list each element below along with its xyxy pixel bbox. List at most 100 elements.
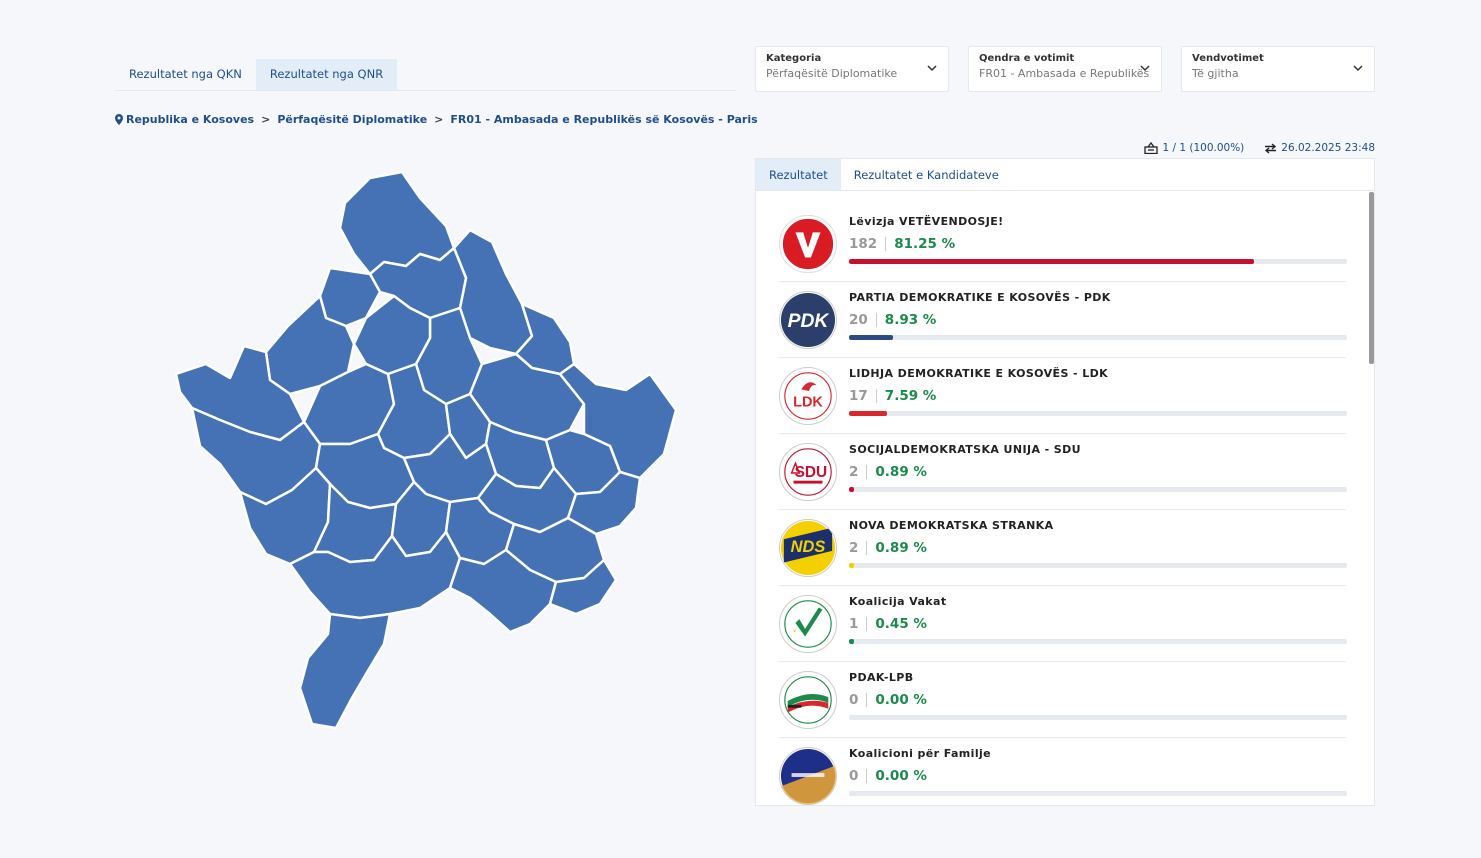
divider xyxy=(875,389,877,403)
party-result: 0 0.00 % xyxy=(849,692,927,708)
pdk-logo-text: PDK xyxy=(788,311,831,332)
party-row[interactable]: SDU SOCIJALDEMOKRATSKA UNIJA - SDU 2 0.8… xyxy=(779,434,1347,510)
refresh-arrows-icon xyxy=(1265,142,1277,154)
party-name: SOCIJALDEMOKRATSKA UNIJA - SDU xyxy=(849,443,1081,456)
party-name: Lëvizja VETËVENDOSJE! xyxy=(849,215,1004,228)
party-progress-bar xyxy=(849,791,1347,796)
party-percent: 0.45 % xyxy=(875,616,927,632)
party-progress-fill xyxy=(849,487,854,492)
breadcrumb-center: FR01 - Ambasada e Republikës së Kosovës … xyxy=(450,113,758,126)
polling-station-select[interactable]: Vendvotimet Të gjitha xyxy=(1181,46,1375,92)
party-row[interactable]: LDK LIDHJA DEMOKRATIKE E KOSOVËS - LDK 1… xyxy=(779,358,1347,434)
divider xyxy=(866,769,868,783)
results-scrollbar[interactable] xyxy=(1369,192,1374,364)
sdu-logo-icon: SDU xyxy=(779,443,837,501)
tab-results[interactable]: Rezultatet xyxy=(756,159,841,190)
category-select-label: Kategoria xyxy=(766,53,822,64)
party-result: 182 81.25 % xyxy=(849,236,955,252)
pdak-logo-icon xyxy=(779,671,837,729)
polling-station-select-label: Vendvotimet xyxy=(1192,53,1264,64)
tab-qkn-results[interactable]: Rezultatet nga QKN xyxy=(115,59,256,90)
party-progress-fill xyxy=(849,563,854,568)
source-tabs: Rezultatet nga QKN Rezultatet nga QNR xyxy=(115,59,736,91)
familje-logo-icon xyxy=(779,747,837,805)
divider xyxy=(875,313,877,327)
tab-qnr-results[interactable]: Rezultatet nga QNR xyxy=(255,59,398,90)
category-select-value: Përfaqësitë Diplomatike xyxy=(766,67,898,80)
category-select[interactable]: Kategoria Përfaqësitë Diplomatike xyxy=(755,46,949,92)
party-votes: 0 xyxy=(849,692,859,708)
party-result: 17 7.59 % xyxy=(849,388,936,404)
party-result: 2 0.89 % xyxy=(849,464,927,480)
party-row[interactable]: PDAK-LPB 0 0.00 % xyxy=(779,662,1347,738)
party-progress-bar xyxy=(849,715,1347,720)
divider xyxy=(885,237,887,251)
party-progress-fill xyxy=(849,411,887,416)
location-pin-icon xyxy=(115,114,123,125)
party-name: LIDHJA DEMOKRATIKE E KOSOVËS - LDK xyxy=(849,367,1109,380)
breadcrumb-separator: > xyxy=(261,113,271,126)
party-progress-bar xyxy=(849,335,1347,340)
party-row[interactable]: Koalicija Vakat 1 0.45 % xyxy=(779,586,1347,662)
kosovo-map[interactable] xyxy=(170,168,682,733)
map-municipality[interactable] xyxy=(298,612,392,730)
breadcrumb: Republika e Kosoves > Përfaqësitë Diplom… xyxy=(115,113,758,126)
party-votes: 182 xyxy=(849,236,878,252)
party-percent: 0.89 % xyxy=(875,464,927,480)
last-updated: 26.02.2025 23:48 xyxy=(1264,142,1375,154)
breadcrumb-separator: > xyxy=(434,113,444,126)
last-updated-text: 26.02.2025 23:48 xyxy=(1281,142,1375,154)
party-name: NOVA DEMOKRATSKA STRANKA xyxy=(849,519,1054,532)
results-tabs: Rezultatet Rezultatet e Kandidateve xyxy=(756,159,1374,191)
party-row[interactable]: Lëvizja VETËVENDOSJE! 182 81.25 % xyxy=(779,206,1347,282)
polling-station-select-value: Të gjitha xyxy=(1192,67,1239,80)
party-result: 0 0.00 % xyxy=(849,768,927,784)
party-name: Koalicioni për Familje xyxy=(849,747,992,760)
party-votes: 17 xyxy=(849,388,868,404)
chevron-down-icon xyxy=(1140,65,1150,72)
breadcrumb-country[interactable]: Republika e Kosoves xyxy=(126,113,254,126)
party-percent: 7.59 % xyxy=(884,388,937,404)
divider xyxy=(866,465,868,479)
party-votes: 2 xyxy=(849,464,859,480)
party-name: Koalicija Vakat xyxy=(849,595,947,608)
party-name: PDAK-LPB xyxy=(849,671,914,684)
party-percent: 0.89 % xyxy=(875,540,927,556)
nds-logo-text: NDS xyxy=(791,538,826,556)
party-progress-fill xyxy=(849,335,894,340)
status-bar: 1 / 1 (100.00%) 26.02.2025 23:48 xyxy=(1144,142,1375,154)
party-name: PARTIA DEMOKRATIKE E KOSOVËS - PDK xyxy=(849,291,1111,304)
vv-logo-icon xyxy=(779,215,837,273)
party-progress-bar xyxy=(849,411,1347,416)
voting-center-select-label: Qendra e votimit xyxy=(979,53,1075,64)
vakat-logo-icon xyxy=(779,595,837,653)
party-row[interactable]: PDK PARTIA DEMOKRATIKE E KOSOVËS - PDK 2… xyxy=(779,282,1347,358)
party-votes: 0 xyxy=(849,768,859,784)
pdk-logo-icon: PDK xyxy=(779,291,837,349)
party-votes: 2 xyxy=(849,540,859,556)
ballot-box-icon xyxy=(1144,142,1159,154)
party-result: 1 0.45 % xyxy=(849,616,927,632)
divider xyxy=(866,617,868,631)
party-result: 2 0.89 % xyxy=(849,540,927,556)
breadcrumb-category[interactable]: Përfaqësitë Diplomatike xyxy=(277,113,427,126)
party-percent: 8.93 % xyxy=(884,312,937,328)
party-progress-bar xyxy=(849,563,1347,568)
voting-center-select-value: FR01 - Ambasada e Republikës xyxy=(979,67,1150,80)
chevron-down-icon xyxy=(1353,65,1363,72)
chevron-down-icon xyxy=(927,65,937,72)
party-percent: 0.00 % xyxy=(875,692,927,708)
results-panel: Rezultatet Rezultatet e Kandidateve Lëvi… xyxy=(755,158,1375,806)
tab-candidate-results[interactable]: Rezultatet e Kandidateve xyxy=(841,159,1012,190)
voting-center-select[interactable]: Qendra e votimit FR01 - Ambasada e Repub… xyxy=(968,46,1162,92)
party-row[interactable]: NDS NOVA DEMOKRATSKA STRANKA 2 0.89 % xyxy=(779,510,1347,586)
divider xyxy=(866,541,868,555)
party-progress-bar xyxy=(849,487,1347,492)
party-row[interactable]: Koalicioni për Familje 0 0.00 % xyxy=(779,738,1347,805)
divider xyxy=(866,693,868,707)
party-votes: 1 xyxy=(849,616,859,632)
party-progress-bar xyxy=(849,259,1347,264)
party-percent: 81.25 % xyxy=(894,236,956,252)
party-progress-bar xyxy=(849,639,1347,644)
party-percent: 0.00 % xyxy=(875,768,927,784)
